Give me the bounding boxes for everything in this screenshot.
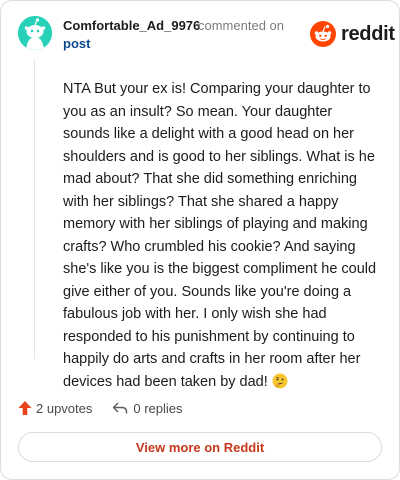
reddit-logo[interactable]: reddit — [310, 21, 395, 47]
post-link[interactable]: post — [63, 36, 90, 51]
comment-text: NTA But your ex is! Comparing your daugh… — [63, 81, 377, 390]
comment-action-text: commented on — [198, 18, 284, 33]
view-more-button[interactable]: View more on Reddit — [18, 432, 382, 462]
comment-body: NTA But your ex is! Comparing your daugh… — [63, 78, 379, 396]
upvote-arrow-icon — [18, 401, 32, 415]
thinking-face-emoji — [272, 373, 288, 397]
reply-arrow-icon — [113, 402, 128, 414]
reply-count: 0 replies — [133, 400, 183, 416]
replies-button[interactable]: 0 replies — [112, 400, 183, 416]
upvote-count: 2 upvotes — [36, 400, 93, 416]
user-avatar[interactable] — [18, 16, 52, 50]
reddit-wordmark: reddit — [341, 22, 395, 45]
thread-line — [34, 59, 35, 359]
comment-embed-card: Comfortable_Ad_9976 commented on post re… — [0, 0, 400, 480]
upvote-button[interactable]: 2 upvotes — [18, 400, 92, 416]
snoo-avatar-icon — [18, 16, 52, 50]
comment-author[interactable]: Comfortable_Ad_9976 — [63, 18, 200, 33]
comment-footer: 2 upvotes 0 replies — [18, 399, 183, 417]
reddit-alien-icon — [310, 21, 336, 47]
